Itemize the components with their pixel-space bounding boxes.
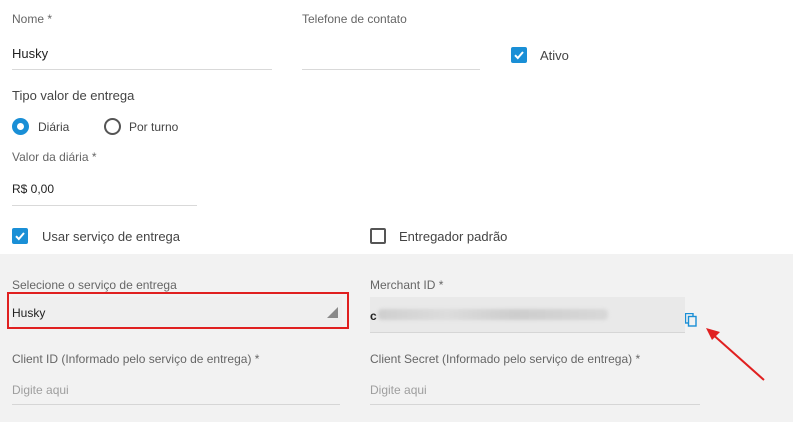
checkbox-unchecked-icon xyxy=(370,228,386,244)
nome-value: Husky xyxy=(12,46,49,61)
client-secret-placeholder: Digite aqui xyxy=(370,383,427,397)
radio-diaria-label: Diária xyxy=(38,119,70,134)
radio-por-turno-label: Por turno xyxy=(129,119,179,134)
radio-por-turno[interactable]: Por turno xyxy=(104,118,178,135)
merchant-label: Merchant ID * xyxy=(370,278,444,292)
nome-field[interactable]: Husky xyxy=(12,38,272,70)
entregador-padrao-checkbox[interactable]: Entregador padrão xyxy=(370,228,507,244)
entregador-padrao-label: Entregador padrão xyxy=(399,228,508,244)
highlight-box xyxy=(7,292,349,329)
usar-servico-checkbox[interactable]: Usar serviço de entrega xyxy=(12,228,180,244)
client-id-label: Client ID (Informado pelo serviço de ent… xyxy=(12,352,260,366)
merchant-value-blurred xyxy=(378,309,608,320)
merchant-value-prefix: c xyxy=(370,309,377,323)
annotation-arrow-icon xyxy=(706,328,765,381)
tipo-valor-label: Tipo valor de entrega xyxy=(12,88,135,103)
radio-unselected-icon xyxy=(104,118,121,135)
client-id-placeholder: Digite aqui xyxy=(12,383,69,397)
checkbox-checked-icon xyxy=(511,47,527,63)
valor-diaria-value: R$ 0,00 xyxy=(12,182,55,196)
copy-icon[interactable] xyxy=(685,313,697,327)
nome-label: Nome * xyxy=(12,12,53,26)
merchant-field[interactable]: c xyxy=(370,297,685,333)
ativo-checkbox[interactable]: Ativo xyxy=(511,47,569,63)
radio-selected-icon xyxy=(12,118,29,135)
valor-diaria-field[interactable]: R$ 0,00 xyxy=(12,174,197,206)
usar-servico-label: Usar serviço de entrega xyxy=(42,228,181,244)
client-id-field[interactable]: Digite aqui xyxy=(12,372,340,405)
client-secret-field[interactable]: Digite aqui xyxy=(370,372,700,405)
telefone-field[interactable] xyxy=(302,38,480,70)
client-secret-label: Client Secret (Informado pelo serviço de… xyxy=(370,352,641,366)
servico-label: Selecione o serviço de entrega xyxy=(12,278,177,292)
telefone-label: Telefone de contato xyxy=(302,12,407,26)
checkbox-checked-icon xyxy=(12,228,28,244)
ativo-label: Ativo xyxy=(540,47,569,63)
radio-diaria[interactable]: Diária xyxy=(12,118,69,135)
valor-diaria-label: Valor da diária * xyxy=(12,150,97,164)
